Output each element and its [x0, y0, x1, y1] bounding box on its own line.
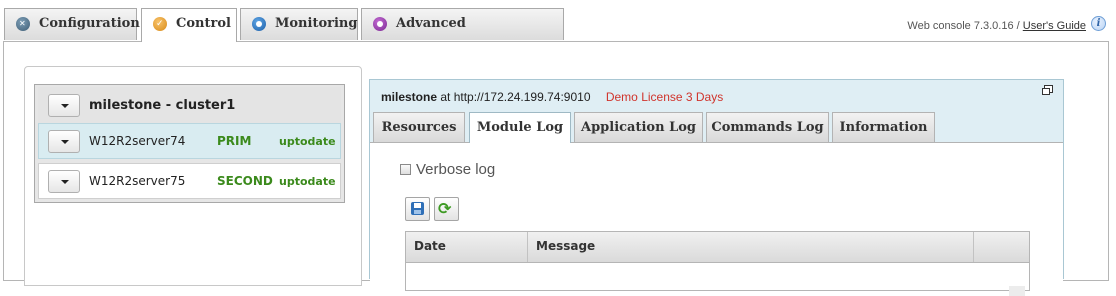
tab-monitoring-label: Monitoring [275, 16, 358, 31]
console-version-info: Web console 7.3.0.16 / User's Guide [907, 20, 1086, 32]
node-status: uptodate [279, 175, 336, 188]
verbose-log-label: Verbose log [416, 161, 496, 178]
tab-resources[interactable]: Resources [373, 112, 465, 142]
module-log-content: Verbose log ⟳ Date Message [370, 142, 1063, 296]
table-scrollbar[interactable] [1009, 286, 1025, 296]
log-table-header: Date Message [406, 232, 1029, 263]
tab-application-log[interactable]: Application Log [574, 112, 703, 142]
node-menu-button[interactable] [48, 130, 80, 153]
node-status: uptodate [279, 135, 336, 148]
monitoring-icon [252, 17, 266, 31]
verbose-log-option[interactable]: Verbose log [400, 161, 495, 178]
license-notice: Demo License 3 Days [605, 90, 724, 104]
column-header-date[interactable]: Date [406, 232, 528, 262]
info-icon[interactable]: i [1091, 16, 1106, 31]
cluster-name: milestone - cluster1 [89, 98, 236, 113]
node-name: W12R2server74 [89, 134, 186, 148]
control-check-icon [153, 9, 167, 39]
save-log-button[interactable] [405, 197, 430, 221]
node-menu-button[interactable] [48, 170, 80, 193]
tab-information-label: Information [839, 120, 928, 135]
tab-monitoring[interactable]: Monitoring [240, 8, 358, 40]
tab-commands-log[interactable]: Commands Log [706, 112, 829, 142]
node-row-w12r2server75[interactable]: W12R2server75 SECOND uptodate [38, 163, 341, 199]
module-log-table: Date Message [405, 231, 1030, 296]
details-header: milestone at http://172.24.199.74:9010 D… [370, 80, 1063, 143]
tab-module-log-label: Module Log [476, 120, 564, 135]
configuration-icon [16, 9, 30, 39]
tab-resources-label: Resources [381, 120, 457, 135]
node-details-panel: milestone at http://172.24.199.74:9010 D… [369, 79, 1064, 296]
tab-commands-log-label: Commands Log [711, 120, 824, 135]
details-node-name: milestone [381, 90, 438, 104]
tab-configuration[interactable]: Configuration [4, 8, 140, 40]
node-name: W12R2server75 [89, 174, 186, 188]
cluster-menu-button[interactable] [48, 94, 80, 117]
tab-configuration-label: Configuration [39, 16, 140, 31]
cluster-node-list: milestone - cluster1 W12R2server74 PRIM … [34, 84, 345, 203]
tab-module-log[interactable]: Module Log [469, 112, 571, 143]
tab-control-label: Control [176, 16, 231, 31]
column-header-extra [974, 232, 1029, 262]
tab-information[interactable]: Information [832, 112, 935, 142]
tab-application-log-label: Application Log [581, 120, 696, 135]
cluster-header-row: milestone - cluster1 [38, 87, 341, 123]
details-title: milestone at http://172.24.199.74:9010 D… [381, 90, 723, 104]
node-role: SECOND [217, 174, 273, 188]
tab-control[interactable]: Control [141, 8, 237, 42]
column-header-message[interactable]: Message [528, 232, 974, 262]
users-guide-link[interactable]: User's Guide [1023, 20, 1086, 32]
maximize-icon[interactable] [1042, 85, 1053, 95]
details-address: at http://172.24.199.74:9010 [440, 90, 591, 104]
refresh-icon: ⟳ [438, 199, 452, 218]
advanced-configuration-icon [373, 17, 387, 31]
save-icon [411, 202, 424, 215]
verbose-log-checkbox[interactable] [400, 164, 411, 175]
node-row-w12r2server74[interactable]: W12R2server74 PRIM uptodate [38, 123, 341, 159]
console-version-text: Web console 7.3.0.16 / [907, 20, 1023, 32]
tab-advanced-configuration[interactable]: Advanced Configuration [361, 8, 564, 61]
node-role: PRIM [217, 134, 252, 148]
refresh-log-button[interactable]: ⟳ [434, 197, 459, 221]
